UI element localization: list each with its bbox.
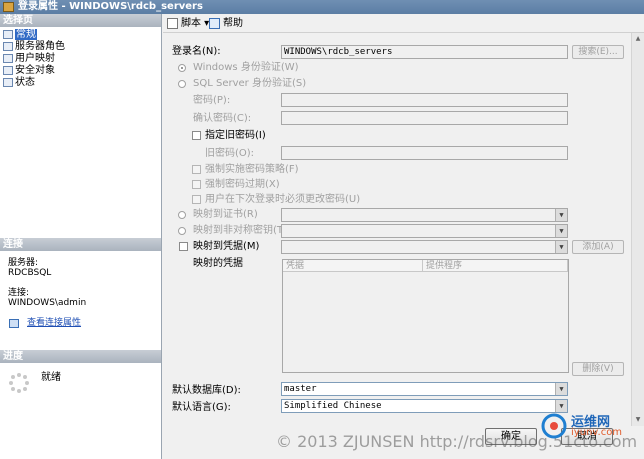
title-bar: 登录属性 - WINDOWS\rdcb_servers [0,0,644,14]
left-panel: 选择页 常规 服务器角色 用户映射 安全对象 状态 连接 服务器: RDCBSQ… [0,14,162,459]
page-icon [3,66,13,75]
page-icon [3,78,13,87]
confirm-password-field[interactable] [281,111,568,125]
map-cert-radio[interactable] [178,211,186,219]
chevron-down-icon: ▼ [555,383,567,395]
page-icon [3,30,13,39]
old-password-check-label: 指定旧密码(I) [205,130,266,141]
script-button[interactable]: 脚本 ▾ [167,17,209,30]
logo-icon [541,413,567,439]
mapped-credentials-grid[interactable]: 凭据 提供程序 [282,259,569,373]
page-item-status[interactable]: 状态 [2,77,35,88]
asym-key-combo[interactable]: ▼ [281,224,568,238]
progress-spinner-icon [9,373,29,393]
scroll-up-icon[interactable]: ▲ [632,33,644,45]
search-button[interactable]: 搜索(E)... [572,45,624,59]
site-logo: 运维网 iyunv.com [541,410,644,443]
server-value: RDCBSQL [8,268,52,278]
default-lang-label: 默认语言(G): [172,402,231,413]
must-change-label: 用户在下次登录时必须更改密码(U) [205,194,361,205]
page-item-server-roles[interactable]: 服务器角色 [2,41,65,52]
page-item-securables[interactable]: 安全对象 [2,65,55,76]
windows-auth-radio[interactable] [178,64,186,72]
page-icon [3,42,13,51]
chevron-down-icon: ▼ [555,225,567,237]
mapped-credentials-label: 映射的凭据 [193,258,243,269]
login-name-label: 登录名(N): [172,46,221,57]
chevron-down-icon: ▼ [555,209,567,221]
connection-properties-icon [9,319,19,328]
default-db-select[interactable]: master ▼ [281,382,568,396]
help-button[interactable]: 帮助 [209,17,243,30]
old-password-label: 旧密码(O): [205,148,255,159]
connection-value: WINDOWS\admin [8,298,87,308]
enforce-expiration-label: 强制密码过期(X) [205,179,280,190]
must-change-checkbox[interactable] [192,195,201,204]
login-name-field[interactable]: WINDOWS\rdcb_servers [281,45,568,59]
enforce-expiration-checkbox[interactable] [192,180,201,189]
toolbar: 脚本 ▾ 帮助 [163,14,644,33]
credential-combo[interactable]: ▼ [281,240,568,254]
app-icon [3,2,14,12]
logo-subtext: iyunv.com [571,427,623,438]
add-credential-button[interactable]: 添加(A) [572,240,624,254]
script-icon [167,18,178,29]
old-password-field[interactable] [281,146,568,160]
sql-auth-radio[interactable] [178,80,186,88]
map-asym-key-label: 映射到非对称密钥(T) [193,225,287,236]
enforce-policy-label: 强制实施密码策略(F) [205,164,299,175]
default-db-label: 默认数据库(D): [172,385,241,396]
cert-combo[interactable]: ▼ [281,208,568,222]
select-page-header: 选择页 [0,14,161,27]
windows-auth-label: Windows 身份验证(W) [193,62,299,73]
page-item-user-mapping[interactable]: 用户映射 [2,53,55,64]
progress-header: 进度 [0,350,161,363]
page-icon [3,54,13,63]
sql-auth-label: SQL Server 身份验证(S) [193,78,307,89]
remove-credential-button[interactable]: 删除(V) [572,362,624,376]
page-item-general[interactable]: 常规 [2,29,37,40]
map-credential-checkbox[interactable] [179,242,188,251]
window-title: 登录属性 - WINDOWS\rdcb_servers [18,1,203,12]
chevron-down-icon: ▼ [555,241,567,253]
old-password-checkbox[interactable] [192,131,201,140]
map-cert-label: 映射到证书(R) [193,209,258,220]
connection-header: 连接 [0,238,161,251]
map-asym-key-radio[interactable] [178,227,186,235]
map-credential-label: 映射到凭据(M) [193,241,260,252]
grid-header-credential: 凭据 [283,260,423,272]
default-lang-select[interactable]: Simplified Chinese ▼ [281,399,568,413]
confirm-password-label: 确认密码(C): [193,113,252,124]
grid-header-provider: 提供程序 [423,260,568,272]
progress-status: 就绪 [41,372,61,383]
help-icon [209,18,220,29]
form-scrollbar[interactable]: ▲ ▼ [631,33,644,426]
password-label: 密码(P): [193,95,231,106]
password-field[interactable] [281,93,568,107]
enforce-policy-checkbox[interactable] [192,165,201,174]
view-connection-properties-link[interactable]: 查看连接属性 [27,318,81,329]
